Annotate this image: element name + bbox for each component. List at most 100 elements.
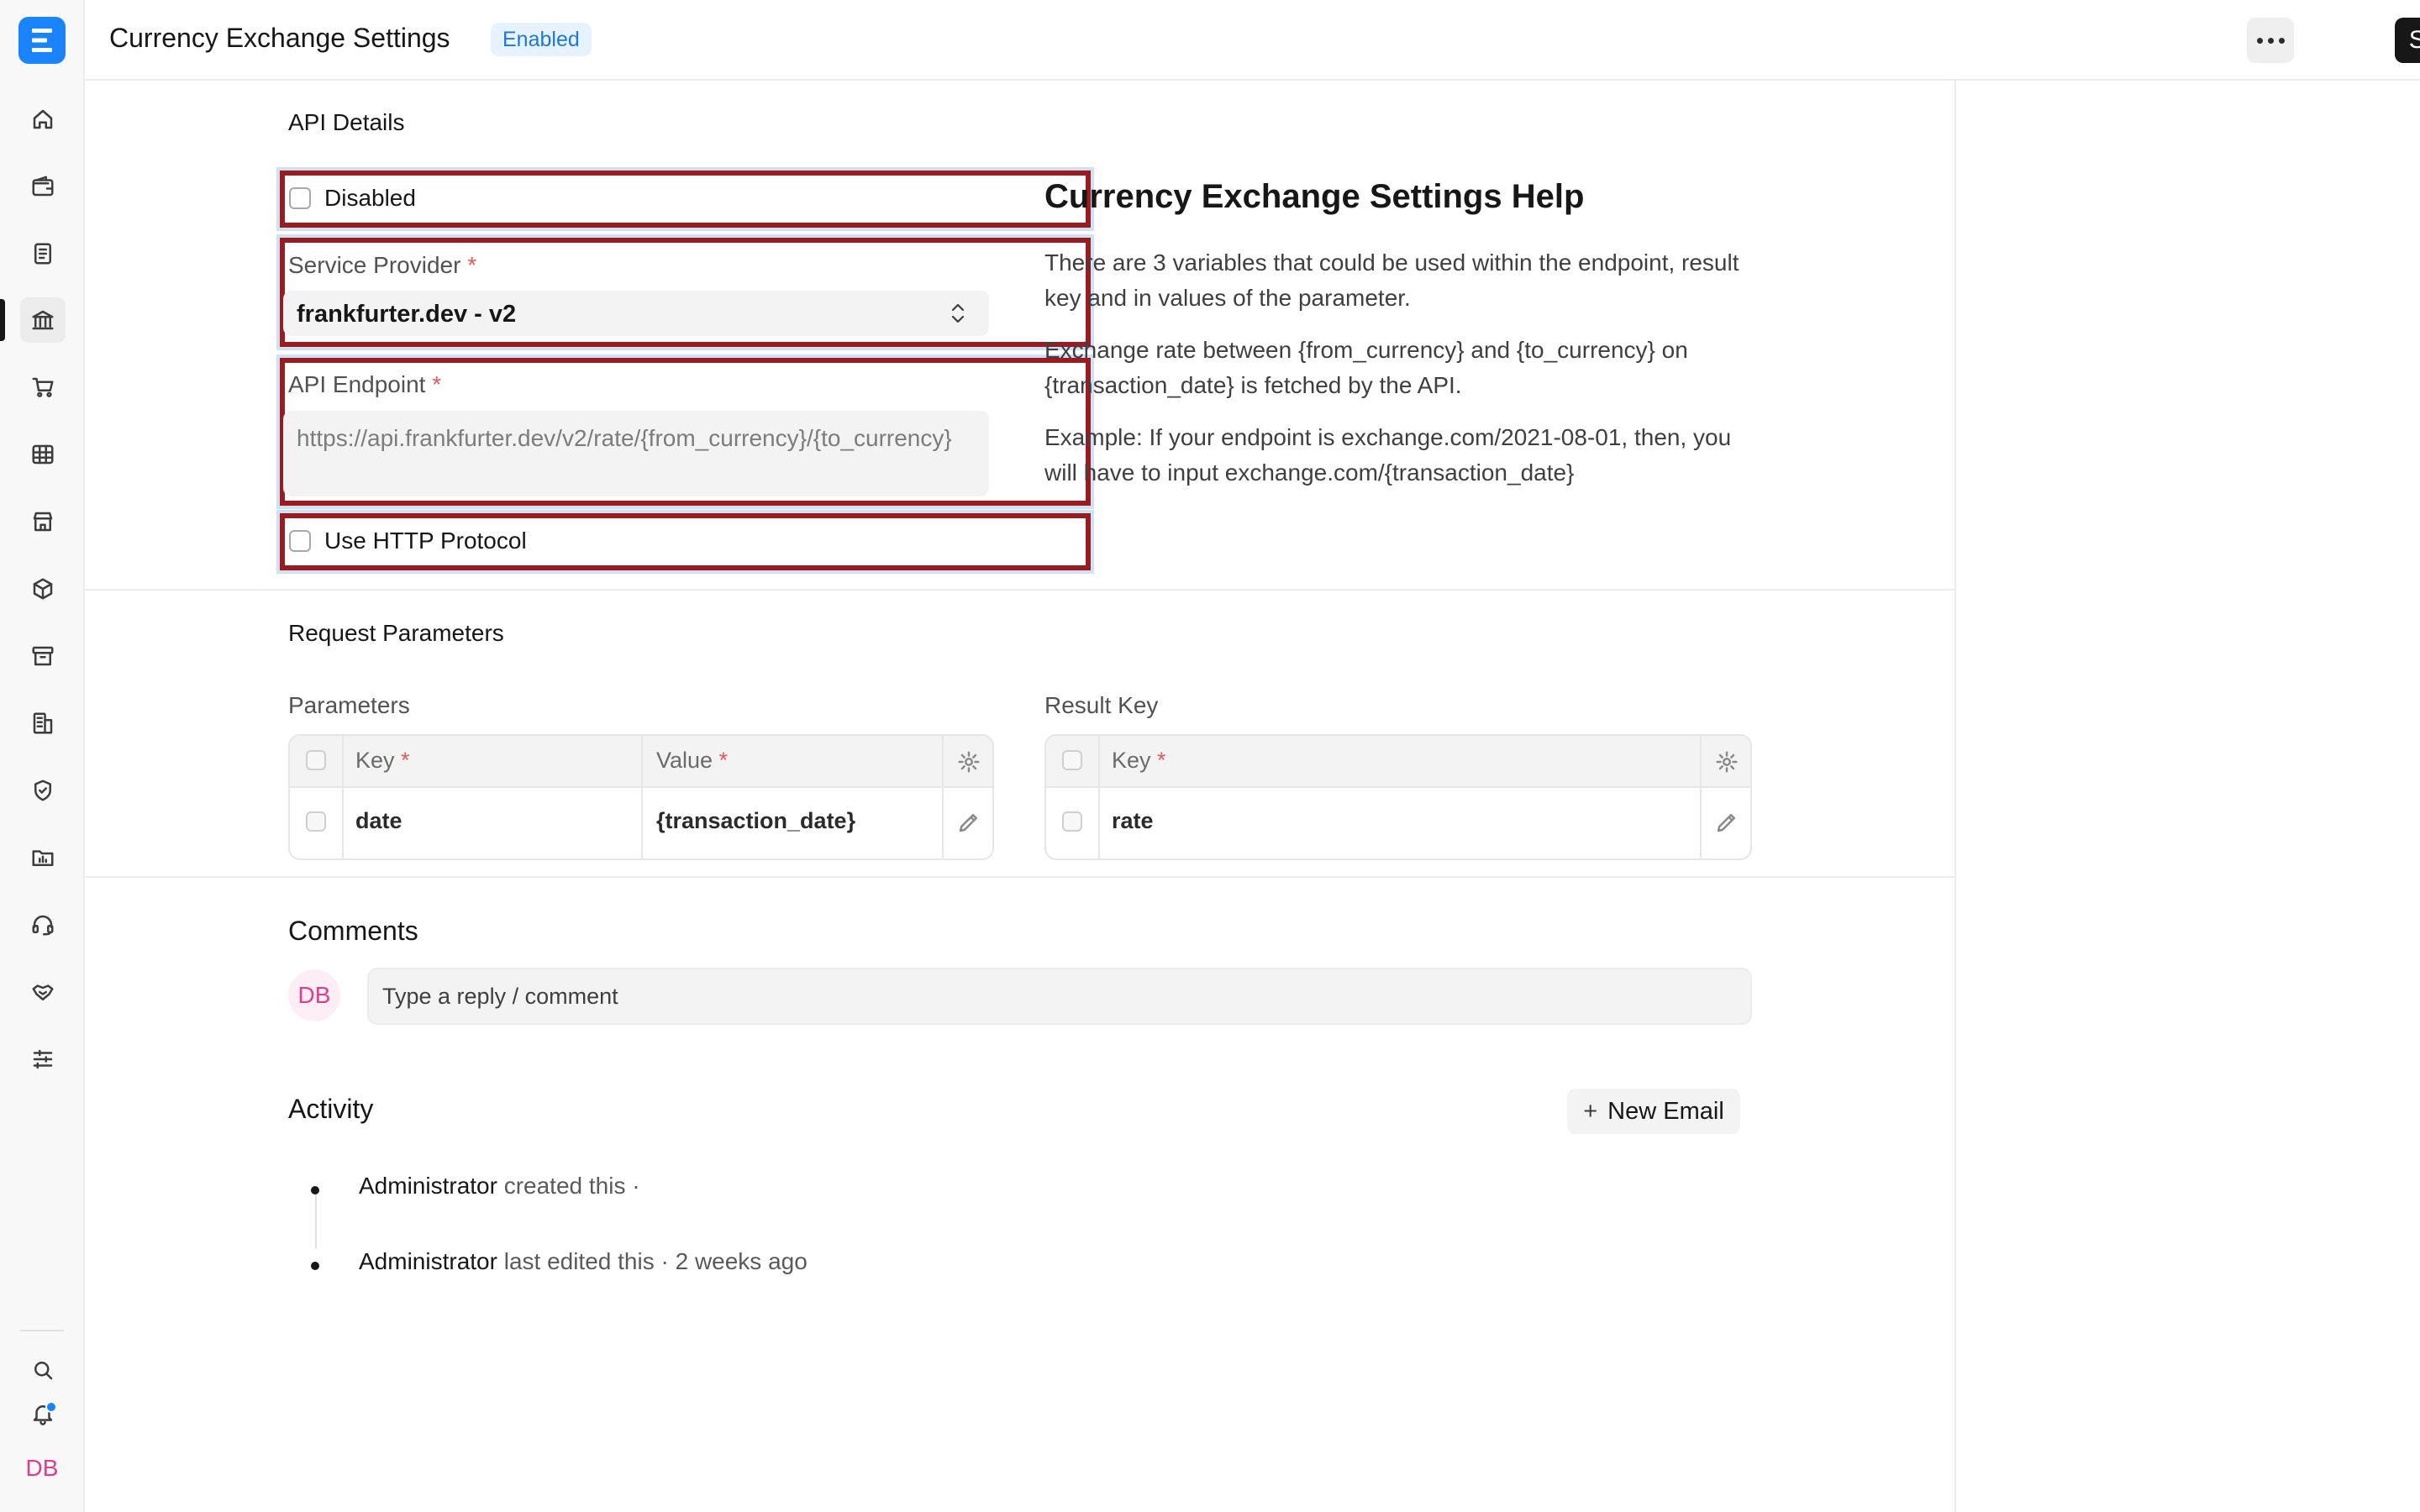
api-endpoint-label: API Endpoint * (288, 371, 442, 397)
service-provider-select[interactable]: frankfurter.dev - v2 (283, 291, 989, 336)
activity-actor[interactable]: Administrator (359, 1248, 497, 1274)
pencil-icon (1717, 814, 1735, 832)
help-paragraph-1: There are 3 variables that could be used… (1044, 249, 1739, 311)
sidebar-item-banking[interactable] (20, 297, 66, 343)
help-title: Currency Exchange Settings Help (1044, 178, 1585, 215)
sidebar-item-assets[interactable] (20, 633, 66, 679)
use-http-label: Use HTTP Protocol (324, 528, 527, 554)
sidebar: DB (0, 0, 85, 1512)
chevron-updown-icon (951, 303, 965, 323)
result-key-label: Result Key (1044, 692, 1159, 718)
status-badge: Enabled (491, 23, 592, 56)
help-paragraph-3: Example: If your endpoint is exchange.co… (1044, 424, 1732, 486)
folder-chart-icon (32, 850, 54, 866)
comment-avatar: DB (288, 969, 340, 1021)
select-all-checkbox[interactable] (1062, 750, 1082, 770)
activity-title: Activity (288, 1094, 374, 1124)
sidebar-item-organization[interactable] (20, 701, 66, 746)
activity-timeline-line (315, 1189, 317, 1248)
table-cell-key[interactable]: date (355, 808, 402, 834)
result-key-table: Key * rate (1044, 734, 1752, 860)
user-avatar[interactable]: DB (18, 1450, 66, 1487)
settings-button[interactable] (956, 749, 981, 774)
new-email-label: New Email (1607, 1097, 1724, 1125)
help-paragraph-2: Exchange rate between {from_currency} an… (1044, 337, 1688, 398)
sliders-icon (33, 1049, 53, 1069)
activity-item: Administrator created this · (359, 1173, 640, 1199)
pencil-icon (959, 814, 977, 832)
cart-icon (32, 377, 54, 397)
sidebar-item-settings[interactable] (20, 1037, 66, 1082)
section-divider (85, 589, 1956, 591)
table-icon (32, 444, 54, 465)
section-title-request-parameters: Request Parameters (288, 620, 504, 646)
notification-dot (45, 1401, 57, 1413)
table-cell-value[interactable]: {transaction_date} (656, 808, 855, 834)
plus-icon: + (1583, 1097, 1598, 1125)
archive-icon (32, 646, 54, 666)
sidebar-item-projects[interactable] (20, 835, 66, 880)
column-header-key: Key * (355, 748, 410, 773)
sidebar-item-quality[interactable] (20, 768, 66, 813)
home-icon (33, 109, 53, 129)
headset-icon (32, 915, 54, 936)
column-header-key: Key * (1112, 748, 1166, 773)
activity-dot (311, 1262, 319, 1270)
sidebar-item-buying[interactable] (20, 365, 66, 410)
edit-row-button[interactable] (1714, 810, 1739, 835)
activity-item: Administrator last edited this · 2 weeks… (359, 1248, 808, 1274)
sidebar-item-support[interactable] (20, 902, 66, 948)
sidebar-item-selling[interactable] (20, 499, 66, 544)
section-title-api-details: API Details (288, 109, 405, 135)
sidebar-divider (20, 1330, 64, 1331)
topbar: Currency Exchange Settings Enabled Save (85, 0, 2420, 81)
active-nav-marker (0, 299, 5, 341)
settings-button[interactable] (1714, 749, 1739, 774)
app-logo[interactable] (18, 17, 66, 64)
required-mark: * (467, 252, 477, 278)
sidebar-item-stock[interactable] (20, 566, 66, 612)
more-actions-button[interactable] (2247, 18, 2294, 63)
use-http-checkbox[interactable] (289, 530, 311, 552)
disabled-label: Disabled (324, 185, 416, 211)
bank-icon (32, 310, 54, 330)
sidebar-item-reports[interactable] (20, 432, 66, 477)
sidebar-item-accounts[interactable] (20, 164, 66, 209)
api-endpoint-input[interactable]: https://api.frankfurter.dev/v2/rate/{fro… (283, 411, 989, 496)
edit-row-button[interactable] (956, 810, 981, 835)
logo-icon (32, 29, 52, 52)
gear-icon (1716, 751, 1738, 773)
activity-actor[interactable]: Administrator (359, 1173, 497, 1199)
parameters-table: Key * Value * date {transaction_date} (288, 734, 994, 860)
required-mark: * (432, 371, 442, 397)
sidebar-item-crm[interactable] (20, 969, 66, 1015)
activity-dot (311, 1186, 319, 1194)
comment-input[interactable]: Type a reply / comment (367, 968, 1752, 1025)
more-dots-icon (2256, 37, 2263, 44)
sidebar-item-home[interactable] (20, 97, 66, 142)
table-cell-key[interactable]: rate (1112, 808, 1154, 834)
building-icon (33, 712, 53, 734)
sidebar-notifications[interactable] (20, 1391, 66, 1436)
row-checkbox[interactable] (1062, 811, 1082, 832)
store-icon (33, 512, 53, 532)
sidebar-search[interactable] (20, 1347, 66, 1393)
save-button[interactable]: Save (2395, 18, 2420, 63)
comments-title: Comments (288, 916, 418, 946)
section-divider (85, 876, 1956, 878)
search-icon (34, 1362, 53, 1380)
new-email-button[interactable]: + New Email (1567, 1089, 1740, 1134)
shield-icon (34, 780, 51, 801)
service-provider-label: Service Provider * (288, 252, 477, 278)
handshake-icon (32, 984, 54, 1000)
column-header-value: Value * (656, 748, 729, 773)
page-title: Currency Exchange Settings (109, 23, 450, 53)
wallet-icon (32, 176, 54, 197)
sidebar-item-documents[interactable] (20, 231, 66, 276)
disabled-checkbox[interactable] (289, 187, 311, 209)
gear-icon (958, 751, 980, 773)
row-checkbox[interactable] (306, 811, 326, 832)
package-icon (33, 578, 53, 600)
select-all-checkbox[interactable] (306, 750, 326, 770)
parameters-label: Parameters (288, 692, 410, 718)
